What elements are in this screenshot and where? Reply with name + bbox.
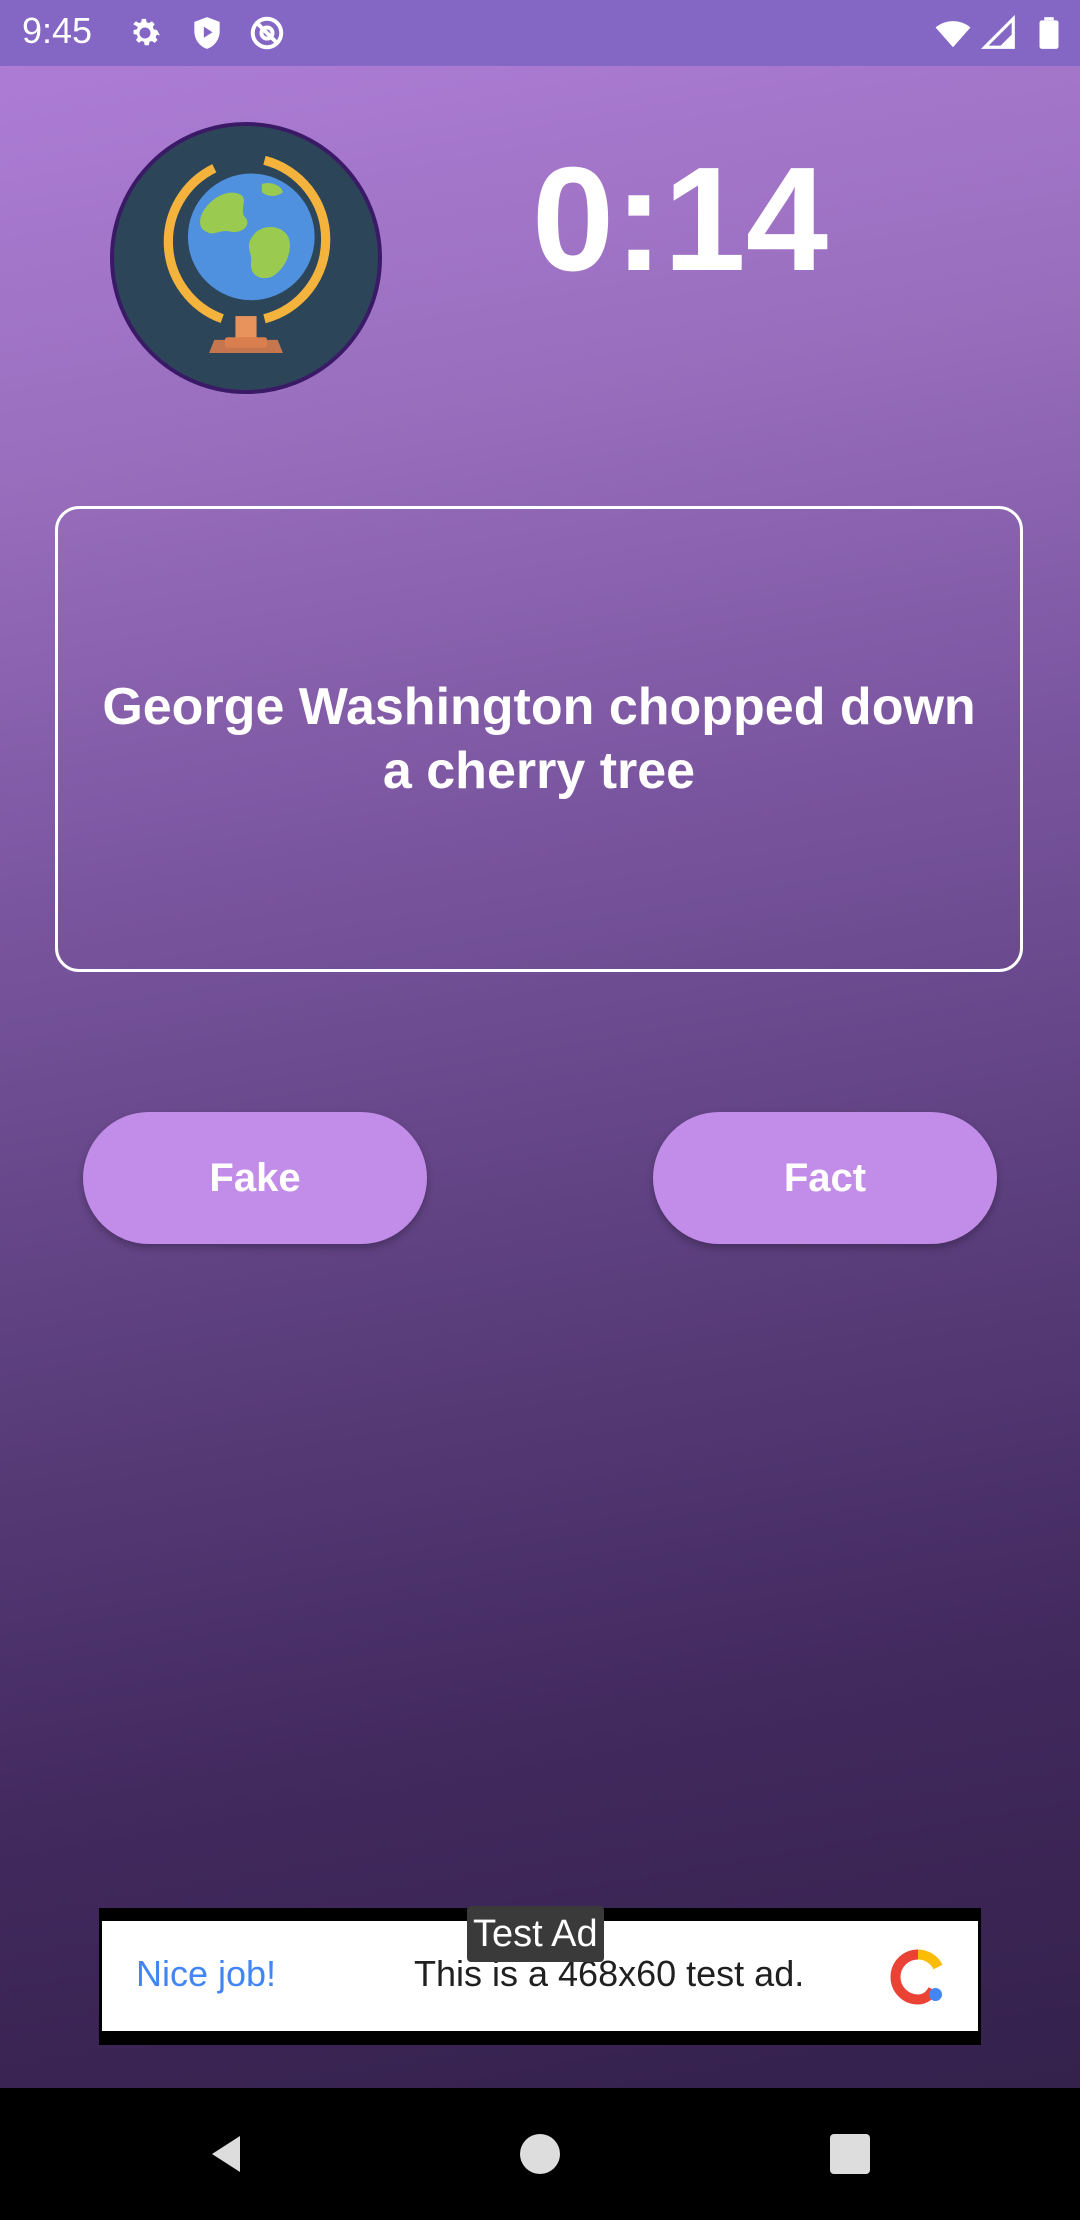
signal-icon bbox=[980, 14, 1015, 49]
shield-play-icon bbox=[194, 17, 220, 49]
status-time: 9:45 bbox=[22, 10, 93, 51]
navigation-bar bbox=[0, 2088, 1080, 2220]
ad-logo-icon[interactable] bbox=[888, 1947, 948, 2007]
wifi-icon bbox=[935, 21, 971, 48]
app-screen: 9:45 0:14 George Washington chopped down… bbox=[0, 0, 1080, 2088]
status-bar: 9:45 bbox=[0, 0, 1080, 66]
ad-banner[interactable]: Nice job! This is a 468x60 test ad. Test… bbox=[99, 1906, 981, 2045]
settings-icon bbox=[133, 18, 160, 46]
ad-headline[interactable]: Nice job! bbox=[136, 1953, 276, 1995]
countdown-timer: 0:14 bbox=[531, 137, 829, 302]
back-icon[interactable] bbox=[202, 2130, 250, 2178]
battery-icon bbox=[1039, 17, 1059, 49]
question-text: George Washington chopped down a cherry … bbox=[102, 678, 976, 800]
fact-button[interactable]: Fact bbox=[653, 1112, 997, 1244]
test-ad-label: Test Ad bbox=[467, 1906, 604, 1962]
question-card: George Washington chopped down a cherry … bbox=[55, 506, 1023, 972]
home-icon[interactable] bbox=[516, 2130, 564, 2178]
at-sign-icon bbox=[250, 16, 284, 50]
fake-button[interactable]: Fake bbox=[83, 1112, 427, 1244]
globe-logo bbox=[110, 122, 382, 394]
recents-icon[interactable] bbox=[826, 2130, 874, 2178]
globe-icon bbox=[163, 155, 331, 354]
